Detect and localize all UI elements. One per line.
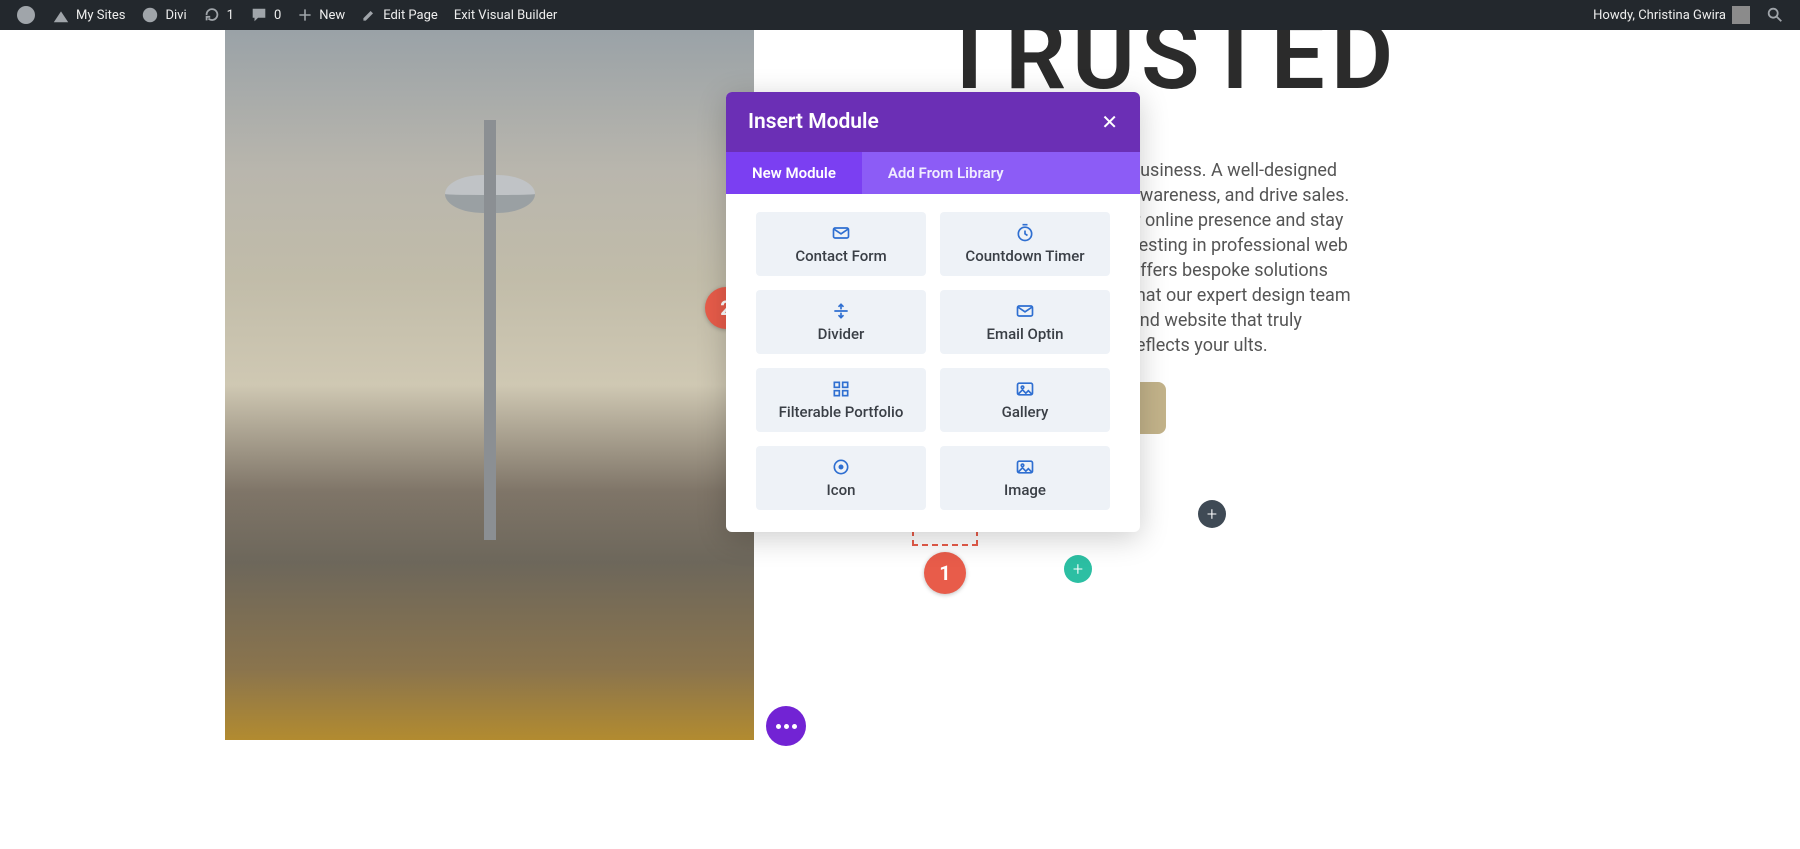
wp-logo[interactable] (8, 0, 44, 30)
module-contact-form[interactable]: Contact Form (756, 212, 926, 276)
modal-header: Insert Module ✕ (726, 92, 1140, 152)
howdy-label: Howdy, Christina Gwira (1593, 8, 1726, 23)
modal-title: Insert Module (748, 110, 879, 134)
grid-icon (831, 379, 851, 399)
module-divider[interactable]: Divider (756, 290, 926, 354)
module-label: Divider (818, 325, 865, 343)
insert-module-modal: Insert Module ✕ New Module Add From Libr… (726, 92, 1140, 532)
comments-count: 0 (274, 8, 281, 23)
exit-visual-builder[interactable]: Exit Visual Builder (446, 0, 565, 30)
circle-icon (831, 457, 851, 477)
divider-icon (831, 301, 851, 321)
timer-icon (1015, 223, 1035, 243)
module-label: Gallery (1002, 403, 1049, 421)
my-sites-label: My Sites (76, 8, 125, 23)
module-grid: Contact Form Countdown Timer Divider Ema… (726, 194, 1140, 532)
comments[interactable]: 0 (242, 0, 289, 30)
module-label: Filterable Portfolio (779, 403, 904, 421)
annotation-bubble-1: 1 (924, 552, 966, 594)
close-icon[interactable]: ✕ (1101, 110, 1118, 134)
add-row-button[interactable]: + (1064, 555, 1092, 583)
module-label: Countdown Timer (965, 247, 1084, 265)
updates-count: 1 (227, 8, 234, 23)
module-icon[interactable]: Icon (756, 446, 926, 510)
module-label: Image (1004, 481, 1046, 499)
avatar (1732, 6, 1750, 24)
updates[interactable]: 1 (195, 0, 242, 30)
module-gallery[interactable]: Gallery (940, 368, 1110, 432)
module-label: Contact Form (795, 247, 886, 265)
module-countdown-timer[interactable]: Countdown Timer (940, 212, 1110, 276)
module-email-optin[interactable]: Email Optin (940, 290, 1110, 354)
tab-add-from-library[interactable]: Add From Library (862, 152, 1140, 194)
image-icon (1015, 457, 1035, 477)
wp-admin-bar: My Sites Divi 1 0 New Edit Page Exit Vis… (0, 0, 1800, 30)
mail-icon (831, 223, 851, 243)
module-image[interactable]: Image (940, 446, 1110, 510)
module-label: Email Optin (987, 325, 1064, 343)
cta-button-clip[interactable] (1138, 382, 1166, 434)
module-filterable-portfolio[interactable]: Filterable Portfolio (756, 368, 926, 432)
image-icon (1015, 379, 1035, 399)
admin-search[interactable] (1758, 0, 1792, 30)
new-label: New (319, 8, 345, 23)
edit-page[interactable]: Edit Page (353, 0, 446, 30)
module-label: Icon (827, 481, 856, 499)
edit-page-label: Edit Page (383, 8, 438, 23)
modal-tabs: New Module Add From Library (726, 152, 1140, 194)
page-canvas: TRUSTED business. A well-designed awaren… (0, 30, 1800, 849)
exit-vb-label: Exit Visual Builder (454, 8, 557, 23)
my-sites[interactable]: My Sites (44, 0, 133, 30)
page-body-text: business. A well-designed awareness, and… (1130, 158, 1362, 358)
howdy-user[interactable]: Howdy, Christina Gwira (1585, 0, 1758, 30)
hero-image (225, 30, 754, 740)
site-name[interactable]: Divi (133, 0, 194, 30)
add-column-button[interactable]: + (1198, 500, 1226, 528)
builder-settings-fab[interactable] (766, 706, 806, 746)
site-name-label: Divi (165, 8, 186, 23)
tab-new-module[interactable]: New Module (726, 152, 862, 194)
new-content[interactable]: New (289, 0, 353, 30)
mail-icon (1015, 301, 1035, 321)
